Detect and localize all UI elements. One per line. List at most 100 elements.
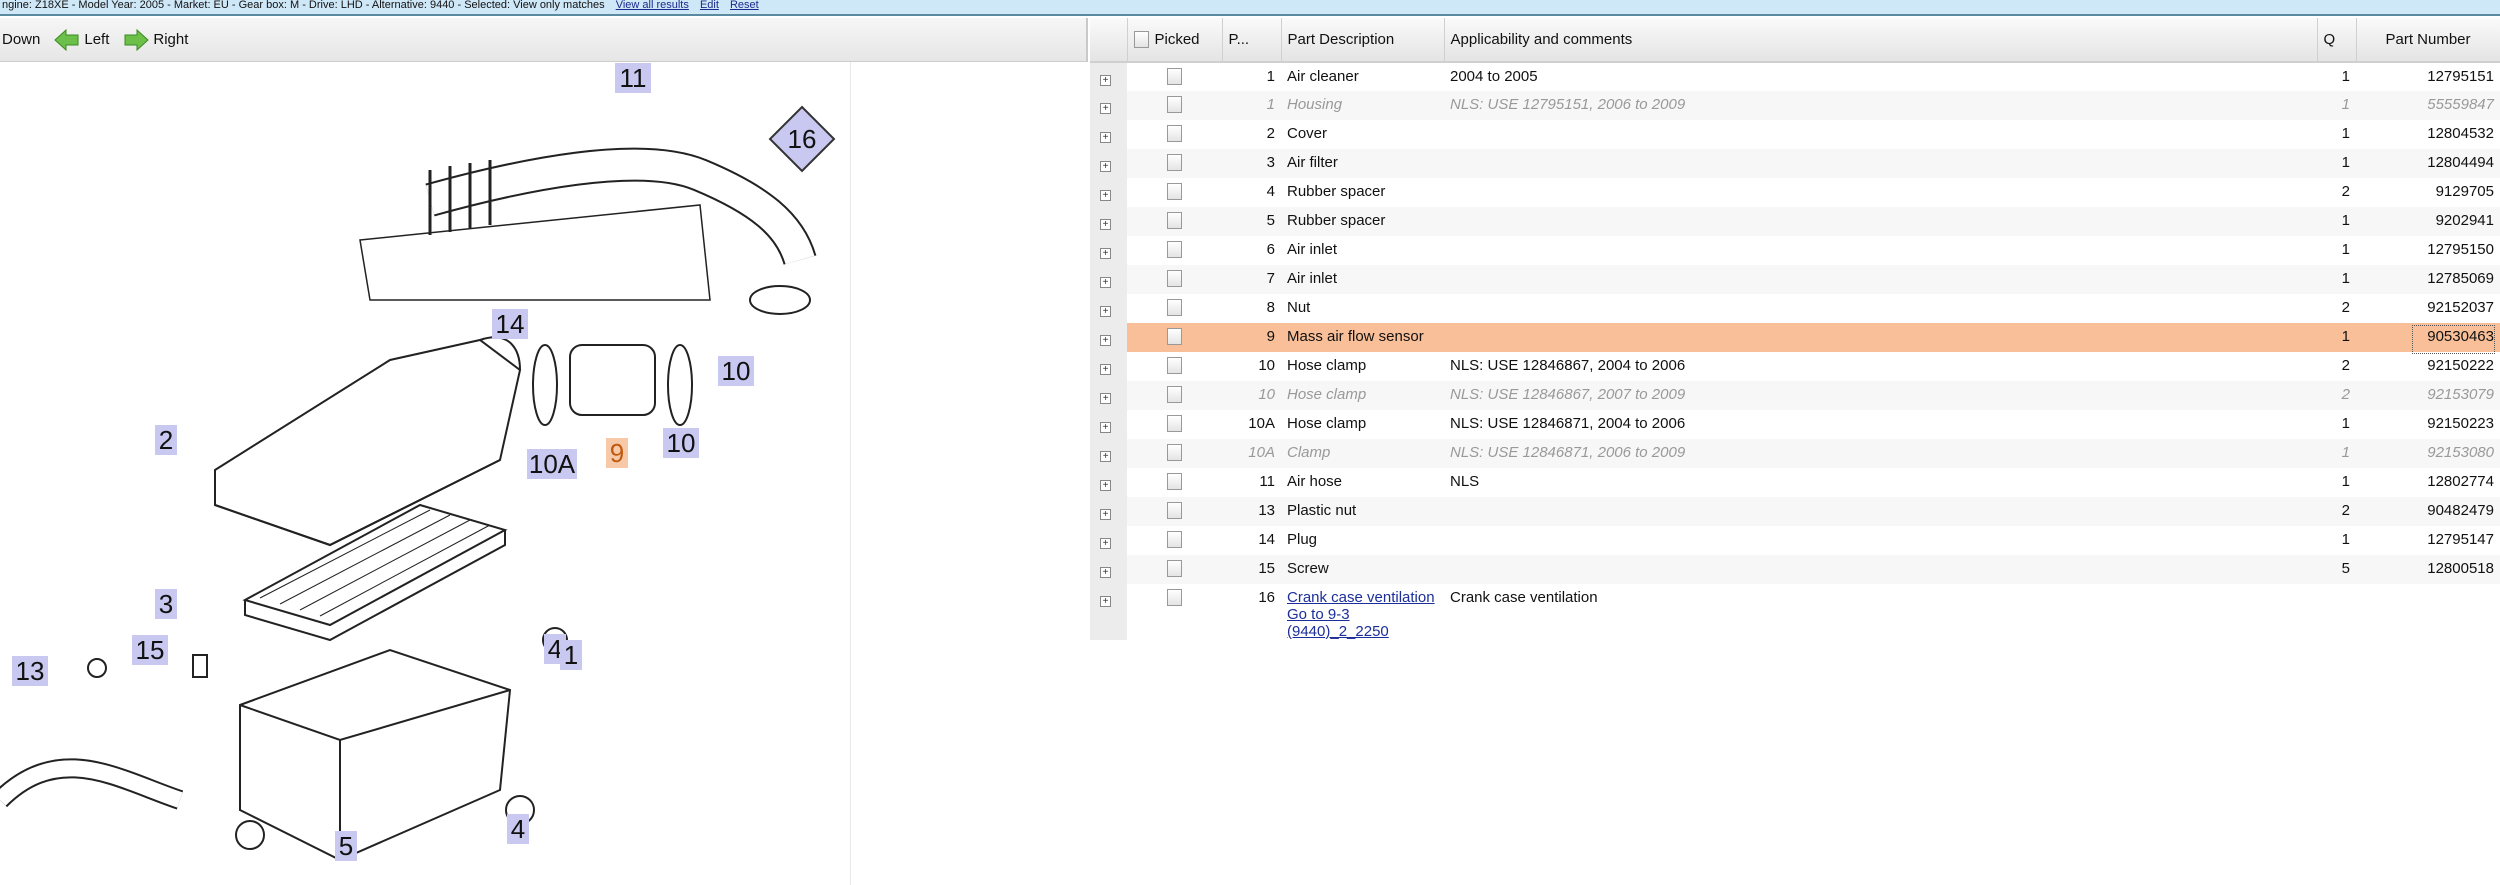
expand-cell[interactable]: + — [1090, 584, 1127, 640]
picked-cell[interactable] — [1127, 294, 1222, 323]
expand-cell[interactable]: + — [1090, 120, 1127, 149]
quantity-column-header[interactable]: Q — [2317, 18, 2357, 63]
expand-cell[interactable]: + — [1090, 439, 1127, 468]
table-row[interactable]: + 10A Clamp NLS: USE 12846871, 2006 to 2… — [1090, 439, 2500, 468]
right-button[interactable]: Right — [123, 28, 188, 51]
expand-cell[interactable]: + — [1090, 468, 1127, 497]
expand-icon[interactable]: + — [1100, 103, 1111, 114]
expand-cell[interactable]: + — [1090, 149, 1127, 178]
expand-icon[interactable]: + — [1100, 190, 1111, 201]
expand-icon[interactable]: + — [1100, 306, 1111, 317]
picked-checkbox[interactable] — [1167, 328, 1182, 345]
picked-checkbox[interactable] — [1167, 299, 1182, 316]
table-row[interactable]: + 3 Air filter 1 12804494 — [1090, 149, 2500, 178]
expand-cell[interactable]: + — [1090, 526, 1127, 555]
table-row[interactable]: + 11 Air hose NLS 1 12802774 — [1090, 468, 2500, 497]
picked-column-header[interactable]: Picked — [1127, 18, 1223, 63]
expand-icon[interactable]: + — [1100, 161, 1111, 172]
expand-cell[interactable]: + — [1090, 265, 1127, 294]
expand-icon[interactable]: + — [1100, 451, 1111, 462]
picked-checkbox[interactable] — [1167, 502, 1182, 519]
expand-icon[interactable]: + — [1100, 335, 1111, 346]
callout-4[interactable]: 4 — [511, 814, 525, 844]
expand-icon[interactable]: + — [1100, 219, 1111, 230]
picked-checkbox[interactable] — [1167, 560, 1182, 577]
table-row[interactable]: + 16 Crank case ventilation Go to 9-3 (9… — [1090, 584, 2500, 640]
callout-11[interactable]: 11 — [620, 63, 647, 93]
expand-icon[interactable]: + — [1100, 422, 1111, 433]
callout-16[interactable]: 16 — [788, 124, 817, 154]
picked-cell[interactable] — [1127, 149, 1222, 178]
reset-link[interactable]: Reset — [730, 0, 759, 11]
down-button[interactable]: Down — [2, 31, 40, 48]
picked-cell[interactable] — [1127, 91, 1222, 120]
callout-13[interactable]: 13 — [16, 656, 45, 686]
callout-10[interactable]: 10 — [667, 428, 696, 458]
expand-icon[interactable]: + — [1100, 132, 1111, 143]
expand-cell[interactable]: + — [1090, 555, 1127, 584]
parts-diagram[interactable]: 11161410210A 9 1034 1131545 — [0, 62, 850, 885]
table-row[interactable]: + 2 Cover 1 12804532 — [1090, 120, 2500, 149]
description-link[interactable]: Crank case ventilation Go to 9-3 (9440)_… — [1287, 589, 1435, 640]
description-cell[interactable]: Crank case ventilation Go to 9-3 (9440)_… — [1281, 584, 1444, 640]
expand-icon[interactable]: + — [1100, 248, 1111, 259]
picked-checkbox[interactable] — [1167, 68, 1182, 85]
picked-cell[interactable] — [1127, 323, 1222, 352]
picked-cell[interactable] — [1127, 410, 1222, 439]
expand-icon[interactable]: + — [1100, 567, 1111, 578]
callout-9[interactable]: 9 — [610, 438, 624, 468]
expand-cell[interactable]: + — [1090, 323, 1127, 352]
expand-icon[interactable]: + — [1100, 509, 1111, 520]
picked-cell[interactable] — [1127, 555, 1222, 584]
expand-cell[interactable]: + — [1090, 178, 1127, 207]
expand-cell[interactable]: + — [1090, 381, 1127, 410]
picked-cell[interactable] — [1127, 120, 1222, 149]
table-row[interactable]: + 10 Hose clamp NLS: USE 12846867, 2004 … — [1090, 352, 2500, 381]
picked-cell[interactable] — [1127, 265, 1222, 294]
callout-1[interactable]: 1 — [564, 640, 578, 670]
left-button[interactable]: Left — [54, 28, 109, 51]
callout-15[interactable]: 15 — [136, 635, 165, 665]
picked-checkbox[interactable] — [1167, 241, 1182, 258]
picked-checkbox[interactable] — [1167, 444, 1182, 461]
picked-checkbox[interactable] — [1167, 154, 1182, 171]
expand-icon[interactable]: + — [1100, 538, 1111, 549]
picked-checkbox[interactable] — [1167, 473, 1182, 490]
expand-cell[interactable]: + — [1090, 236, 1127, 265]
table-row[interactable]: + 7 Air inlet 1 12785069 — [1090, 265, 2500, 294]
table-row[interactable]: + 9 Mass air flow sensor 1 90530463 — [1090, 323, 2500, 354]
description-column-header[interactable]: Part Description — [1281, 18, 1445, 63]
table-row[interactable]: + 8 Nut 2 92152037 — [1090, 294, 2500, 323]
select-all-checkbox[interactable] — [1133, 31, 1149, 49]
expand-icon[interactable]: + — [1100, 480, 1111, 491]
table-row[interactable]: + 10 Hose clamp NLS: USE 12846867, 2007 … — [1090, 381, 2500, 410]
expand-cell[interactable]: + — [1090, 497, 1127, 526]
expand-cell[interactable]: + — [1090, 207, 1127, 236]
expand-cell[interactable]: + — [1090, 294, 1127, 323]
table-row[interactable]: + 14 Plug 1 12795147 — [1090, 526, 2500, 555]
expand-cell[interactable]: + — [1090, 62, 1127, 91]
picked-cell[interactable] — [1127, 352, 1222, 381]
picked-cell[interactable] — [1127, 526, 1222, 555]
table-row[interactable]: + 6 Air inlet 1 12795150 — [1090, 236, 2500, 265]
expand-icon[interactable]: + — [1100, 393, 1111, 404]
picked-cell[interactable] — [1127, 62, 1222, 91]
position-column-header[interactable]: P... — [1222, 18, 1282, 63]
callout-2[interactable]: 2 — [159, 425, 173, 455]
callout-3[interactable]: 3 — [159, 589, 173, 619]
expand-cell[interactable]: + — [1090, 352, 1127, 381]
picked-checkbox[interactable] — [1167, 589, 1182, 606]
picked-checkbox[interactable] — [1167, 96, 1182, 113]
view-all-results-link[interactable]: View all results — [616, 0, 689, 11]
expand-cell[interactable]: + — [1090, 410, 1127, 439]
picked-cell[interactable] — [1127, 178, 1222, 207]
picked-checkbox[interactable] — [1167, 357, 1182, 374]
picked-checkbox[interactable] — [1167, 415, 1182, 432]
expand-icon[interactable]: + — [1100, 75, 1111, 86]
picked-cell[interactable] — [1127, 207, 1222, 236]
picked-checkbox[interactable] — [1167, 531, 1182, 548]
callout-10A[interactable]: 10A — [529, 449, 576, 479]
picked-checkbox[interactable] — [1167, 125, 1182, 142]
edit-link[interactable]: Edit — [700, 0, 719, 11]
expand-icon[interactable]: + — [1100, 364, 1111, 375]
